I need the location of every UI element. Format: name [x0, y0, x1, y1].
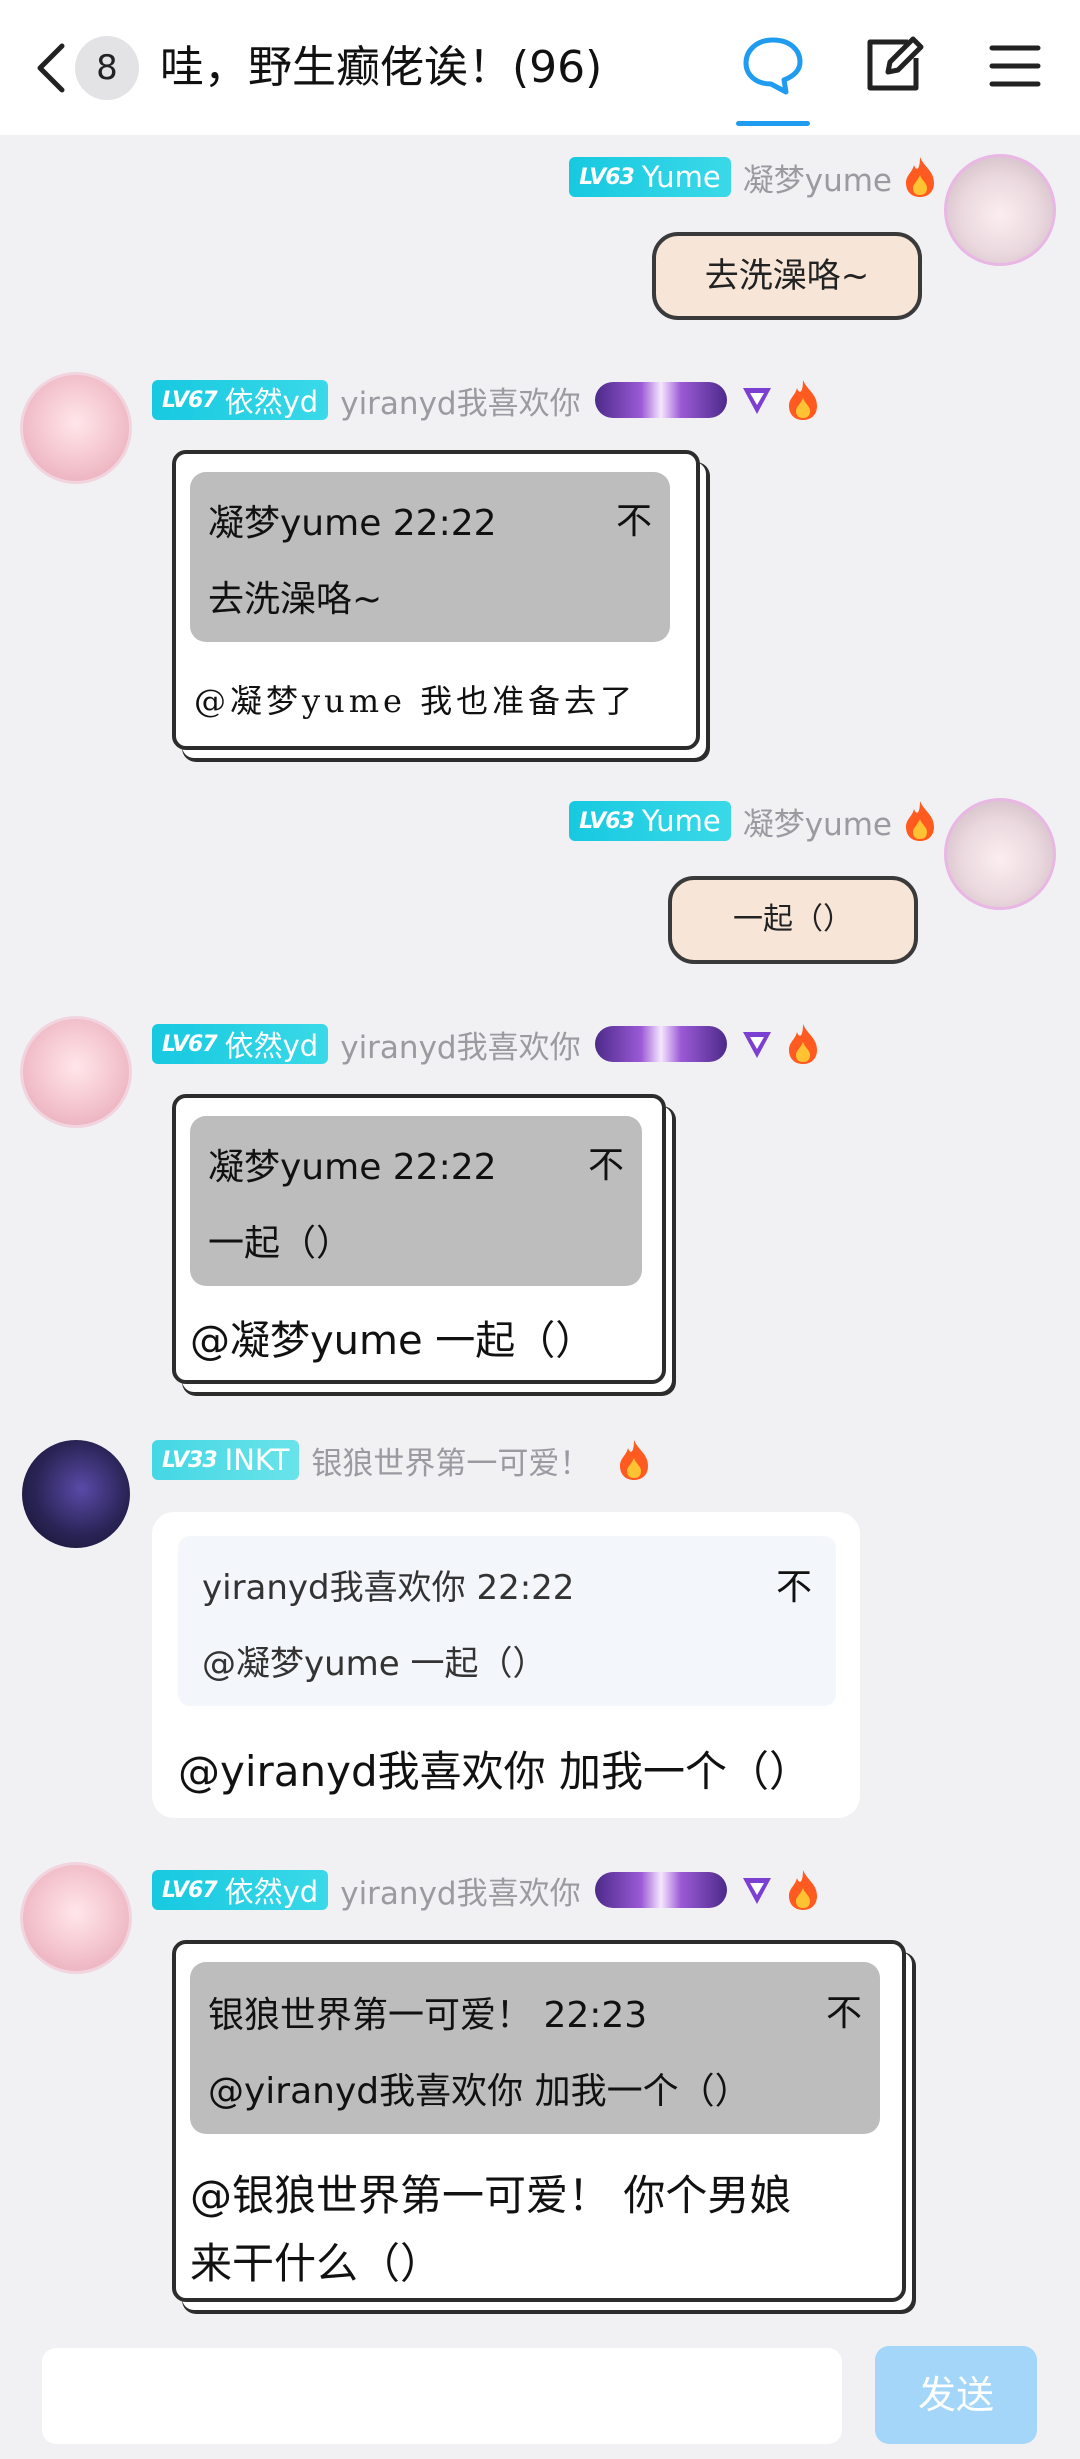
message-input[interactable]: [42, 2348, 842, 2444]
avatar[interactable]: [20, 1016, 132, 1128]
sender-info: LV67 依然yd yiranyd我喜欢你: [152, 378, 823, 422]
sender-name[interactable]: 凝梦yume: [743, 799, 892, 844]
message-text-line-2: 来干什么（）: [190, 2239, 443, 2288]
chat-title: 哇，野生癫佬诶！(96): [160, 42, 603, 93]
send-button[interactable]: 发送: [875, 2346, 1037, 2444]
sender-info: LV67 依然yd yiranyd我喜欢你: [152, 1022, 823, 1066]
sender-info: LV63 Yume 凝梦yume: [569, 155, 940, 199]
triangle-badge-icon: [742, 1032, 771, 1058]
message-bubble[interactable]: 一起（）: [668, 876, 918, 964]
level-badge: LV33 INKT: [152, 1440, 300, 1480]
sender-name[interactable]: yiranyd我喜欢你: [340, 1022, 580, 1067]
quote-text: @yiranyd我喜欢你 加我一个（）: [208, 2071, 751, 2112]
fire-icon: [788, 1024, 817, 1064]
fire-icon: [906, 801, 934, 841]
edit-icon[interactable]: [858, 30, 928, 100]
avatar[interactable]: [20, 1862, 132, 1974]
message-text-line-1: @银狼世界第一可爱！ 你个男娘: [190, 2171, 792, 2220]
quoted-message[interactable]: yiranyd我喜欢你 22:22 不 @凝梦yume 一起（）: [178, 1536, 836, 1706]
sender-name[interactable]: 凝梦yume: [743, 155, 892, 200]
level-badge: LV67 依然yd: [152, 1870, 329, 1910]
quote-author: 凝梦yume 22:22: [208, 1147, 497, 1188]
level-badge: LV63 Yume: [569, 157, 731, 197]
pin-icon: 不: [825, 1993, 862, 2034]
quote-author: 银狼世界第一可爱！ 22:23: [208, 1995, 648, 2036]
message-bubble[interactable]: 去洗澡咯~: [652, 232, 922, 320]
pin-icon: 不: [615, 501, 652, 542]
message-text: @yiranyd我喜欢你 加我一个（）: [178, 1747, 812, 1796]
message-text: 一起（）: [733, 902, 853, 937]
avatar[interactable]: [944, 154, 1056, 266]
triangle-badge-icon: [742, 1878, 771, 1904]
level-badge: LV67 依然yd: [152, 1024, 329, 1064]
message-text: 去洗澡咯~: [704, 256, 870, 296]
pin-icon: 不: [587, 1145, 624, 1186]
fire-icon: [906, 157, 934, 197]
avatar[interactable]: [20, 372, 132, 484]
message-text: @凝梦yume 我也准备去了: [194, 682, 637, 720]
fan-medal: [594, 1872, 727, 1908]
fan-medal: [594, 382, 727, 418]
active-tab-indicator: [736, 121, 810, 126]
fire-icon: [788, 380, 817, 420]
quote-text: 一起（）: [208, 1223, 353, 1264]
sender-name[interactable]: yiranyd我喜欢你: [340, 1868, 580, 1913]
sender-info: LV33 INKT 银狼世界第一可爱！: [152, 1438, 654, 1482]
quoted-message[interactable]: 银狼世界第一可爱！ 22:23 不 @yiranyd我喜欢你 加我一个（）: [190, 1962, 880, 2134]
fan-medal: [594, 1026, 727, 1062]
sender-info: LV63 Yume 凝梦yume: [569, 799, 940, 843]
quote-author: yiranyd我喜欢你 22:22: [202, 1568, 575, 1608]
quote-author: 凝梦yume 22:22: [208, 503, 497, 544]
top-bar: 8 哇，野生癫佬诶！(96): [0, 0, 1080, 135]
message-bubble[interactable]: yiranyd我喜欢你 22:22 不 @凝梦yume 一起（） @yirany…: [152, 1512, 860, 1818]
message-text: @凝梦yume 一起（）: [190, 1318, 596, 1364]
avatar[interactable]: [22, 1440, 130, 1548]
level-badge: LV67 依然yd: [152, 380, 329, 420]
quoted-message[interactable]: 凝梦yume 22:22 不 去洗澡咯~: [190, 472, 670, 642]
sender-info: LV67 依然yd yiranyd我喜欢你: [152, 1868, 823, 1912]
triangle-badge-icon: [742, 388, 771, 414]
menu-icon[interactable]: [980, 30, 1050, 100]
fire-icon: [788, 1870, 817, 1910]
quoted-message[interactable]: 凝梦yume 22:22 不 一起（）: [190, 1116, 642, 1286]
avatar[interactable]: [944, 798, 1056, 910]
fire-icon: [620, 1440, 649, 1480]
pin-icon: 不: [775, 1567, 812, 1608]
message-bubble[interactable]: 凝梦yume 22:22 不 去洗澡咯~ @凝梦yume 我也准备去了: [172, 450, 700, 750]
quote-text: @凝梦yume 一起（）: [202, 1644, 547, 1684]
unread-count-badge[interactable]: 8: [75, 36, 139, 100]
sender-name[interactable]: 银狼世界第一可爱！: [311, 1438, 590, 1483]
message-bubble[interactable]: 凝梦yume 22:22 不 一起（） @凝梦yume 一起（）: [172, 1094, 666, 1384]
message-bubble[interactable]: 银狼世界第一可爱！ 22:23 不 @yiranyd我喜欢你 加我一个（） @银…: [172, 1940, 906, 2302]
chat-bubble-icon[interactable]: [738, 30, 808, 100]
chevron-left-icon[interactable]: [28, 38, 78, 98]
sender-name[interactable]: yiranyd我喜欢你: [340, 378, 580, 423]
quote-text: 去洗澡咯~: [208, 579, 383, 620]
level-badge: LV63 Yume: [569, 801, 731, 841]
